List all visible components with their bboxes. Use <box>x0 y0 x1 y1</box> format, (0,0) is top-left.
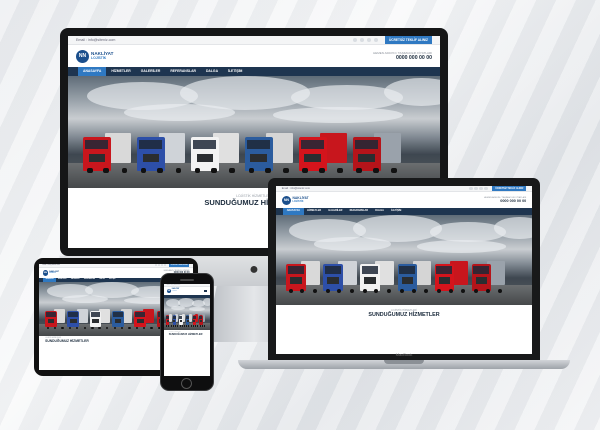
laptop-notch <box>384 360 424 364</box>
truck-image <box>165 313 172 327</box>
phone-number[interactable]: 0000 000 00 00 <box>373 55 432 61</box>
hero-slider <box>68 76 440 188</box>
youtube-icon[interactable] <box>164 264 167 267</box>
logo-line2: LOJİSTİK <box>292 199 304 203</box>
phone-block: HEMEN ARAYIN / TAŞIMACILIK FİYATLARI0000… <box>484 197 526 203</box>
logo-text: NAKLİYAT LOJİSTİK <box>172 289 180 292</box>
site-email[interactable]: Email : info@siteniz.com <box>282 187 310 190</box>
website-mockup: Email : info@siteniz.com NN NAKLİYAT LOJİST… <box>164 284 210 376</box>
truck-image <box>89 309 110 330</box>
truck-image <box>352 133 401 174</box>
services-section: LOJİSTİK HİZMETLERİ SUNDUĞUMUZ HİZMETLER <box>276 304 532 319</box>
truck-image <box>172 313 179 327</box>
quote-button[interactable]: ÜCRETSİZ TEKLİF ALINIZ <box>384 36 432 44</box>
cloud <box>203 298 210 307</box>
nav-item[interactable]: ANASAYFA <box>78 67 107 76</box>
nav-item[interactable]: GALERİLER <box>136 67 166 76</box>
truck-image <box>112 309 133 330</box>
twitter-icon[interactable] <box>158 264 160 267</box>
facebook-icon[interactable] <box>469 187 473 191</box>
logo-line2: LOJİSTİK <box>171 291 177 292</box>
nav-item[interactable]: DALGA <box>201 67 223 76</box>
cloud <box>189 306 206 311</box>
truck-logo-icon: NN <box>166 288 172 293</box>
phone-home-button[interactable] <box>181 378 192 389</box>
twitter-icon[interactable] <box>359 37 365 43</box>
site-logo[interactable]: NN NAKLİYAT LOJİSTİK <box>166 288 180 293</box>
truck-image <box>323 260 357 294</box>
services-section: LOJİSTİK HİZMETLERİ SUNDUĞUMUZ HİZMETLER <box>164 329 210 336</box>
instagram-icon[interactable] <box>366 37 372 43</box>
truck-image <box>397 260 431 294</box>
truck-image <box>244 133 294 174</box>
site-header: NN NAKLİYAT LOJİSTİK HEMEN ARAYIN / TAŞIMAC… <box>68 45 440 67</box>
apple-logo-icon: ● <box>249 261 259 278</box>
site-logo[interactable]: NN NAKLİYAT LOJİSTİK <box>76 49 113 63</box>
nav-item[interactable]: İLETİŞİM <box>223 67 247 76</box>
nav-item[interactable]: REFERANSLAR <box>165 67 201 76</box>
site-email[interactable]: Email : info@siteniz.com <box>167 285 180 286</box>
truck-image <box>67 309 88 330</box>
logo-text: NAKLİYAT LOJİSTİK <box>49 271 59 275</box>
truck-image <box>45 309 66 330</box>
nav-item[interactable]: HİZMETLER <box>106 67 135 76</box>
phone-number[interactable]: 0000 000 00 00 <box>484 199 526 203</box>
logo-text: NAKLİYAT LOJİSTİK <box>292 196 309 203</box>
site-logo[interactable]: NN NAKLİYAT LOJİSTİK <box>42 269 59 276</box>
truck-image <box>471 260 506 294</box>
facebook-icon[interactable] <box>352 37 358 43</box>
hero-slider <box>164 297 210 330</box>
instagram-icon[interactable] <box>161 264 164 267</box>
youtube-icon[interactable] <box>484 187 488 191</box>
truck-image <box>134 309 155 330</box>
hero-slider <box>276 214 532 305</box>
site-email[interactable]: Email : info@siteniz.com <box>76 38 115 42</box>
cloud <box>272 107 403 124</box>
site-header: NN NAKLİYAT LOJİSTİK HEMEN ARAYIN / TAŞIMAC… <box>276 192 532 209</box>
cloud <box>170 305 185 311</box>
site-topbar: Email : info@siteniz.com ÜCRETSİZ TEKLİF … <box>68 36 440 45</box>
truck-image <box>286 260 320 294</box>
instagram-icon[interactable] <box>479 187 483 191</box>
logo-line2: LOJİSTİK <box>49 273 56 275</box>
truck-image <box>136 133 186 174</box>
truck-image <box>179 313 186 327</box>
truck-image <box>185 313 192 327</box>
phone-block: HEMEN ARAYIN / TAŞIMACILIK FİYATLARI0000… <box>373 51 432 61</box>
truck-image <box>298 133 347 174</box>
cloud <box>123 104 236 121</box>
logo-text: NAKLİYAT LOJİSTİK <box>91 51 113 60</box>
truck-logo-icon: NN <box>42 269 49 276</box>
truck-image <box>434 260 468 294</box>
site-nav: ANASAYFA HİZMETLER GALERİLER REFERANSLAR DAL… <box>68 67 440 76</box>
twitter-icon[interactable] <box>474 187 478 191</box>
menu-icon[interactable] <box>204 289 208 292</box>
phone-speaker <box>180 279 194 281</box>
truck-image <box>190 133 240 174</box>
facebook-icon[interactable] <box>154 264 157 267</box>
site-header: NN NAKLİYAT LOJİSTİK <box>164 287 210 295</box>
truck-image <box>82 133 132 174</box>
truck-logo-icon: NN <box>281 195 292 206</box>
youtube-icon[interactable] <box>373 37 379 43</box>
section-title: SUNDUĞUMUZ HİZMETLER <box>168 332 203 336</box>
section-title: SUNDUĞUMUZ HİZMETLER <box>368 312 440 319</box>
quote-button[interactable]: ÜCRETSİZ TEKLİF ALINIZ <box>168 264 190 267</box>
truck-logo-icon: NN <box>76 49 89 63</box>
truck-image <box>192 313 199 327</box>
laptop-brand-label: MacBook <box>395 352 413 357</box>
quote-button[interactable]: ÜCRETSİZ TEKLİF ALINIZ <box>492 186 527 192</box>
site-logo[interactable]: NN NAKLİYAT LOJİSTİK <box>281 195 309 206</box>
logo-line2: LOJİSTİK <box>91 55 107 60</box>
cloud <box>62 295 109 304</box>
cloud <box>416 239 507 253</box>
site-email[interactable]: Email : info@siteniz.com <box>43 265 60 266</box>
truck-image <box>360 260 394 294</box>
website-mockup: Email : info@siteniz.com ÜCRETSİZ TEKLİF … <box>276 186 532 354</box>
cloud <box>314 237 392 251</box>
truck-image <box>199 313 206 327</box>
